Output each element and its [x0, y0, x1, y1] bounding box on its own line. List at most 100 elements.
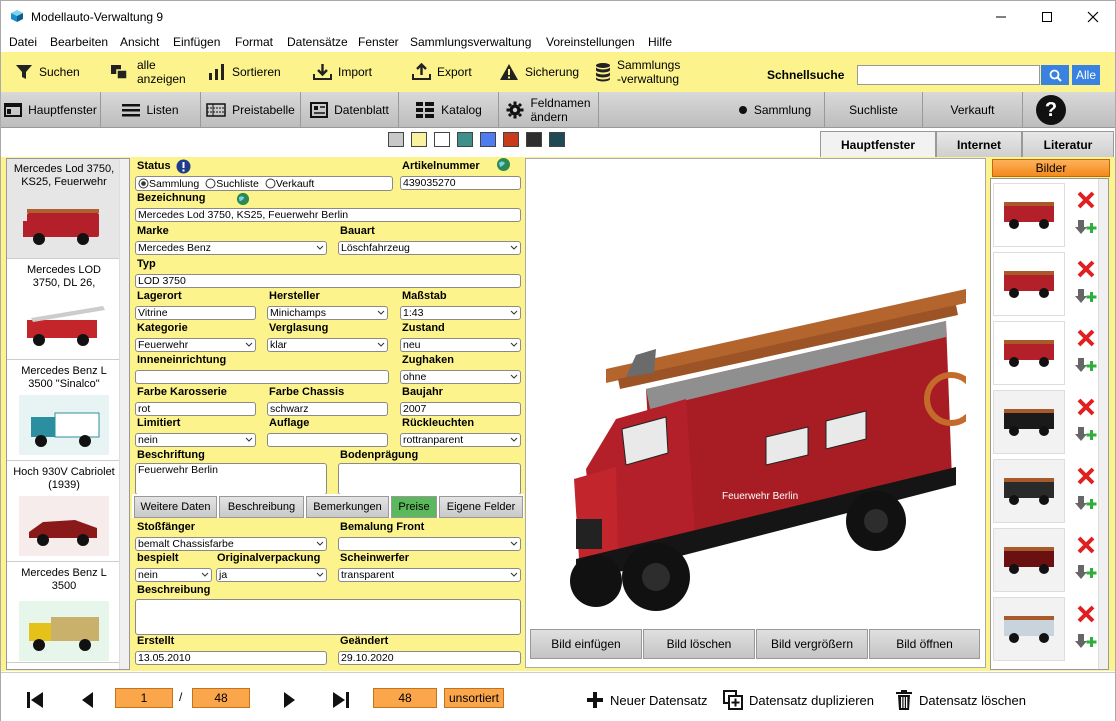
originalverpackung-select[interactable]: ja: [216, 568, 327, 582]
baujahr-field[interactable]: 2007: [400, 402, 521, 416]
stossfaenger-select[interactable]: bemalt Chassisfarbe: [135, 537, 327, 551]
massstab-select[interactable]: 1:43: [400, 306, 521, 320]
menu-datensaetze[interactable]: Datensätze: [287, 35, 348, 49]
subtab-eigene-felder[interactable]: Eigene Felder: [439, 496, 523, 518]
bespielt-select[interactable]: nein: [135, 568, 212, 582]
beschriftung-field[interactable]: Feuerwehr Berlin: [135, 463, 327, 495]
export-button[interactable]: Export: [412, 52, 472, 92]
bild-loeschen-button[interactable]: Bild löschen: [643, 629, 755, 659]
image-thumbnail[interactable]: [993, 183, 1065, 247]
menu-einfuegen[interactable]: Einfügen: [173, 35, 220, 49]
current-record-field[interactable]: 1: [115, 688, 173, 708]
import-button[interactable]: Import: [313, 52, 372, 92]
quick-search-button[interactable]: [1041, 65, 1069, 85]
marke-select[interactable]: Mercedes Benz: [135, 241, 327, 255]
datenblatt-button[interactable]: Datenblatt: [301, 92, 399, 127]
bilder-header[interactable]: Bilder: [992, 159, 1110, 177]
tab-literatur[interactable]: Literatur: [1022, 131, 1114, 157]
move-image-down-icon[interactable]: [1075, 633, 1097, 649]
help-button[interactable]: ?: [1036, 95, 1066, 125]
sammlungsverwaltung-button[interactable]: Sammlungs -verwaltung: [595, 52, 680, 92]
menu-hilfe[interactable]: Hilfe: [648, 35, 672, 49]
subtab-bemerkungen[interactable]: Bemerkungen: [306, 496, 389, 518]
image-thumbnail[interactable]: [993, 459, 1065, 523]
subtab-beschreibung[interactable]: Beschreibung: [219, 496, 304, 518]
rueckleuchten-select[interactable]: rottranparent: [400, 433, 521, 447]
color-swatch-yellow[interactable]: [411, 132, 427, 147]
color-swatch-darkteal[interactable]: [549, 132, 565, 147]
first-record-icon[interactable]: [25, 690, 45, 710]
menu-sammlungsverwaltung[interactable]: Sammlungsverwaltung: [410, 35, 531, 49]
previous-record-icon[interactable]: [79, 690, 95, 710]
filter-sammlung-button[interactable]: Sammlung: [725, 92, 825, 127]
verglasung-select[interactable]: klar: [267, 338, 388, 352]
move-image-down-icon[interactable]: [1075, 288, 1097, 304]
erstellt-field[interactable]: 13.05.2010: [135, 651, 327, 665]
delete-image-icon[interactable]: [1077, 398, 1095, 416]
color-swatch-white[interactable]: [434, 132, 450, 147]
datensatz-loeschen-button[interactable]: Datensatz löschen: [895, 688, 1026, 712]
kategorie-select[interactable]: Feuerwehr: [135, 338, 256, 352]
listen-button[interactable]: Listen: [101, 92, 201, 127]
bezeichnung-field[interactable]: Mercedes Lod 3750, KS25, Feuerwehr Berli…: [135, 208, 521, 222]
auflage-field[interactable]: [267, 433, 388, 447]
move-image-down-icon[interactable]: [1075, 564, 1097, 580]
radio-sammlung[interactable]: Sammlung: [138, 178, 199, 190]
zughaken-select[interactable]: ohne: [400, 370, 521, 384]
image-thumbnail[interactable]: [993, 390, 1065, 454]
color-swatch-black[interactable]: [526, 132, 542, 147]
tab-internet[interactable]: Internet: [936, 131, 1022, 157]
quick-search-input[interactable]: [857, 65, 1040, 85]
zustand-select[interactable]: neu: [400, 338, 521, 352]
alle-anzeigen-button[interactable]: alle anzeigen: [109, 52, 186, 92]
beschreibung-field[interactable]: [135, 599, 521, 635]
move-image-down-icon[interactable]: [1075, 426, 1097, 442]
filter-verkauft-button[interactable]: Verkauft: [923, 92, 1023, 127]
next-record-icon[interactable]: [282, 690, 298, 710]
image-thumbnail[interactable]: [993, 528, 1065, 592]
farbe-chassis-field[interactable]: schwarz: [267, 402, 388, 416]
scheinwerfer-select[interactable]: transparent: [338, 568, 521, 582]
radio-suchliste[interactable]: Suchliste: [205, 178, 259, 190]
delete-image-icon[interactable]: [1077, 467, 1095, 485]
sortieren-button[interactable]: Sortieren: [208, 52, 281, 92]
tab-hauptfenster[interactable]: Hauptfenster: [820, 131, 936, 157]
move-image-down-icon[interactable]: [1075, 219, 1097, 235]
lagerort-field[interactable]: Vitrine: [135, 306, 256, 320]
close-button[interactable]: [1070, 1, 1116, 32]
geaendert-field[interactable]: 29.10.2020: [338, 651, 521, 665]
last-record-icon[interactable]: [331, 690, 351, 710]
image-thumbnail[interactable]: [993, 321, 1065, 385]
move-image-down-icon[interactable]: [1075, 495, 1097, 511]
list-item[interactable]: Mercedes Benz L 3500 "Sinalco": [7, 361, 121, 461]
menu-voreinstellungen[interactable]: Voreinstellungen: [546, 35, 635, 49]
artikelnummer-field[interactable]: 439035270: [400, 176, 521, 190]
bauart-select[interactable]: Löschfahrzeug: [338, 241, 521, 255]
color-swatch-grey[interactable]: [388, 132, 404, 147]
feldnamen-button[interactable]: Feldnamen ändern: [499, 92, 599, 127]
info-icon[interactable]: [176, 159, 191, 174]
preistabelle-button[interactable]: Preistabelle: [201, 92, 301, 127]
color-swatch-blue[interactable]: [480, 132, 496, 147]
katalog-button[interactable]: Katalog: [399, 92, 499, 127]
minimize-button[interactable]: [978, 1, 1024, 32]
vehicle-image[interactable]: Feuerwehr Berlin: [546, 259, 966, 619]
delete-image-icon[interactable]: [1077, 605, 1095, 623]
radio-verkauft[interactable]: Verkauft: [265, 178, 314, 190]
filter-suchliste-button[interactable]: Suchliste: [825, 92, 923, 127]
image-thumbnail[interactable]: [993, 252, 1065, 316]
menu-bearbeiten[interactable]: Bearbeiten: [50, 35, 108, 49]
sort-status-button[interactable]: unsortiert: [444, 688, 504, 708]
typ-field[interactable]: LOD 3750: [135, 274, 521, 288]
hersteller-select[interactable]: Minichamps: [267, 306, 388, 320]
menu-fenster[interactable]: Fenster: [358, 35, 399, 49]
delete-image-icon[interactable]: [1077, 191, 1095, 209]
delete-image-icon[interactable]: [1077, 329, 1095, 347]
delete-image-icon[interactable]: [1077, 536, 1095, 554]
farbe-karosserie-field[interactable]: rot: [135, 402, 256, 416]
thumbnail-scrollbar[interactable]: [1098, 179, 1108, 669]
maximize-button[interactable]: [1024, 1, 1070, 32]
color-swatch-red[interactable]: [503, 132, 519, 147]
globe-icon[interactable]: [236, 192, 250, 206]
image-thumbnail[interactable]: [993, 597, 1065, 661]
